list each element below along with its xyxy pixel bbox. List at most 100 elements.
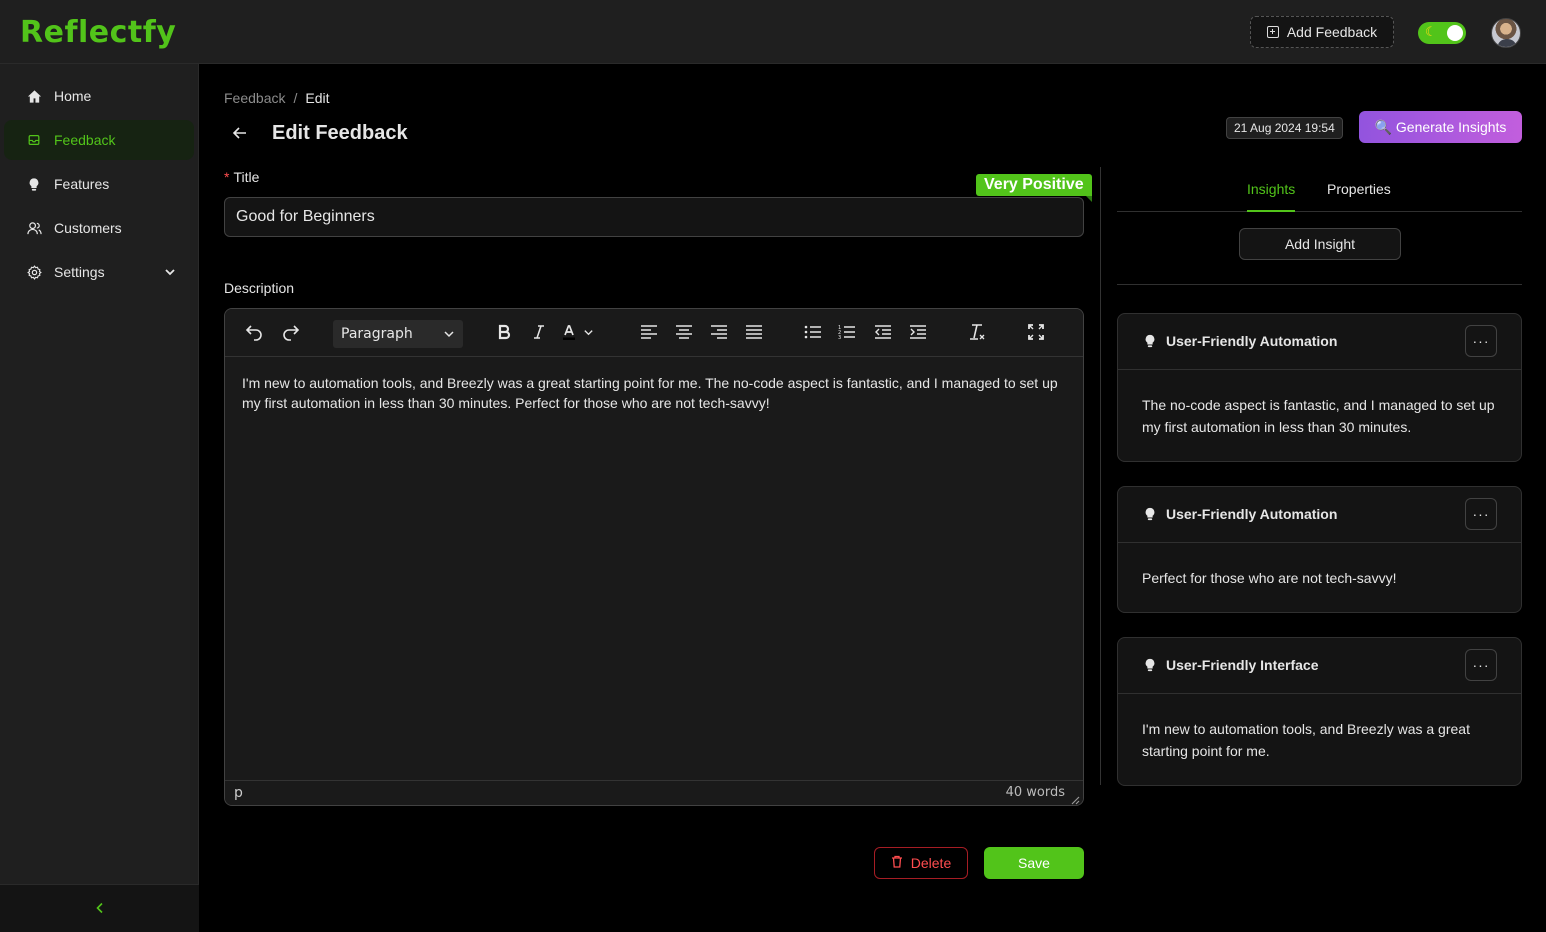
- insight-card-header: User-Friendly Automation ···: [1118, 314, 1521, 370]
- generate-insights-label: 🔍 Generate Insights: [1374, 118, 1507, 135]
- date-badge: 21 Aug 2024 19:54: [1226, 117, 1343, 139]
- fullscreen-icon: [1028, 323, 1044, 343]
- theme-toggle[interactable]: ☾: [1418, 22, 1466, 44]
- tab-properties[interactable]: Properties: [1327, 181, 1391, 212]
- divider: [1117, 284, 1522, 285]
- gear-icon: [26, 264, 42, 280]
- align-justify-icon: [745, 324, 763, 343]
- align-right-button[interactable]: [705, 319, 733, 347]
- insights-tabs: Insights Properties: [1117, 167, 1522, 212]
- block-format-value: Paragraph: [341, 326, 413, 342]
- undo-button[interactable]: [240, 319, 268, 347]
- editor-toolbar: Paragraph 123: [225, 309, 1083, 357]
- sidebar-item-settings[interactable]: Settings: [4, 252, 194, 292]
- sidebar-item-label: Customers: [54, 220, 122, 236]
- outdent-icon: [874, 324, 892, 343]
- fullscreen-button[interactable]: [1022, 319, 1050, 347]
- align-center-icon: [675, 324, 693, 343]
- top-bar: Reflectfy Add Feedback ☾: [0, 0, 1546, 64]
- add-feedback-label: Add Feedback: [1286, 24, 1378, 40]
- delete-label: Delete: [910, 855, 952, 871]
- insight-card-text: The no-code aspect is fantastic, and I m…: [1142, 397, 1495, 435]
- brand-name: Reflectfy: [20, 14, 177, 50]
- insight-card-header: User-Friendly Automation ···: [1118, 487, 1521, 543]
- align-center-button[interactable]: [670, 319, 698, 347]
- trash-icon: [891, 855, 903, 871]
- undo-icon: [244, 322, 264, 345]
- brand-logo[interactable]: Reflectfy: [20, 12, 176, 52]
- chevron-left-icon: [94, 901, 106, 917]
- bulb-icon: [1143, 506, 1157, 525]
- bold-button[interactable]: [490, 319, 518, 347]
- inbox-icon: [26, 132, 42, 148]
- more-options-button[interactable]: ···: [1465, 498, 1497, 530]
- generate-insights-button[interactable]: 🔍 Generate Insights: [1359, 111, 1522, 143]
- insight-card-header: User-Friendly Interface ···: [1118, 638, 1521, 694]
- title-input[interactable]: [224, 197, 1084, 237]
- sidebar-item-features[interactable]: Features: [4, 164, 194, 204]
- breadcrumb-current: Edit: [305, 90, 330, 106]
- align-justify-button[interactable]: [740, 319, 768, 347]
- clear-formatting-button[interactable]: [963, 319, 991, 347]
- sidebar-item-label: Features: [54, 176, 110, 192]
- delete-button[interactable]: Delete: [874, 847, 968, 879]
- home-icon: [26, 88, 42, 104]
- add-insight-button[interactable]: Add Insight: [1239, 228, 1401, 260]
- indent-button[interactable]: [904, 319, 932, 347]
- sidebar-item-label: Feedback: [54, 132, 116, 148]
- tab-insights[interactable]: Insights: [1247, 181, 1296, 212]
- title-label: * Title: [224, 169, 259, 185]
- breadcrumb-feedback-link[interactable]: Feedback: [224, 90, 285, 106]
- align-right-icon: [710, 324, 728, 343]
- numbered-list-button[interactable]: 123: [833, 319, 861, 347]
- word-count[interactable]: 40 words: [1006, 785, 1065, 800]
- panel-divider: [1100, 167, 1101, 785]
- moon-icon: ☾: [1425, 24, 1437, 39]
- ellipsis-icon: ···: [1472, 657, 1490, 673]
- bulb-icon: [26, 176, 42, 192]
- indent-icon: [909, 324, 927, 343]
- insight-card: User-Friendly Automation ··· The no-code…: [1117, 313, 1522, 462]
- add-feedback-button[interactable]: Add Feedback: [1250, 16, 1394, 48]
- users-icon: [26, 220, 42, 236]
- chevron-down-icon: [164, 265, 176, 281]
- breadcrumb: Feedback / Edit: [224, 90, 330, 106]
- sidebar-item-feedback[interactable]: Feedback: [4, 120, 194, 160]
- sidebar-collapse-button[interactable]: [0, 884, 199, 932]
- italic-button[interactable]: [525, 319, 553, 347]
- text-color-button[interactable]: [560, 319, 604, 347]
- rich-text-editor: Paragraph 123 I'm new to automation tool…: [224, 308, 1084, 806]
- avatar[interactable]: [1491, 18, 1521, 48]
- editor-content[interactable]: I'm new to automation tools, and Breezly…: [242, 373, 1067, 413]
- element-path[interactable]: p: [234, 785, 243, 801]
- ellipsis-icon: ···: [1472, 333, 1490, 349]
- block-format-select[interactable]: Paragraph: [333, 320, 463, 348]
- numbered-list-icon: 123: [838, 324, 856, 343]
- align-left-button[interactable]: [635, 319, 663, 347]
- text-color-icon: [560, 323, 578, 344]
- required-marker: *: [224, 169, 230, 185]
- sidebar-item-customers[interactable]: Customers: [4, 208, 194, 248]
- insight-card-title: User-Friendly Automation: [1166, 333, 1338, 349]
- description-label: Description: [224, 280, 295, 296]
- bulb-icon: [1143, 333, 1157, 352]
- bullet-list-icon: [804, 324, 822, 343]
- outdent-button[interactable]: [869, 319, 897, 347]
- bullet-list-button[interactable]: [799, 319, 827, 347]
- italic-icon: [531, 324, 547, 343]
- insight-card-title: User-Friendly Automation: [1166, 506, 1338, 522]
- svg-text:3: 3: [838, 335, 841, 340]
- resize-handle-icon[interactable]: [1070, 792, 1080, 805]
- sidebar-item-label: Settings: [54, 264, 105, 280]
- more-options-button[interactable]: ···: [1465, 649, 1497, 681]
- redo-button[interactable]: [277, 319, 305, 347]
- clear-formatting-icon: [968, 323, 986, 344]
- sidebar-item-home[interactable]: Home: [4, 76, 194, 116]
- sidebar: Home Feedback Features Customers Setting…: [0, 64, 199, 932]
- back-button[interactable]: [228, 122, 252, 146]
- editor-status-bar: p 40 words: [225, 780, 1083, 805]
- save-button[interactable]: Save: [984, 847, 1084, 879]
- ellipsis-icon: ···: [1472, 506, 1490, 522]
- more-options-button[interactable]: ···: [1465, 325, 1497, 357]
- breadcrumb-separator: /: [293, 90, 298, 106]
